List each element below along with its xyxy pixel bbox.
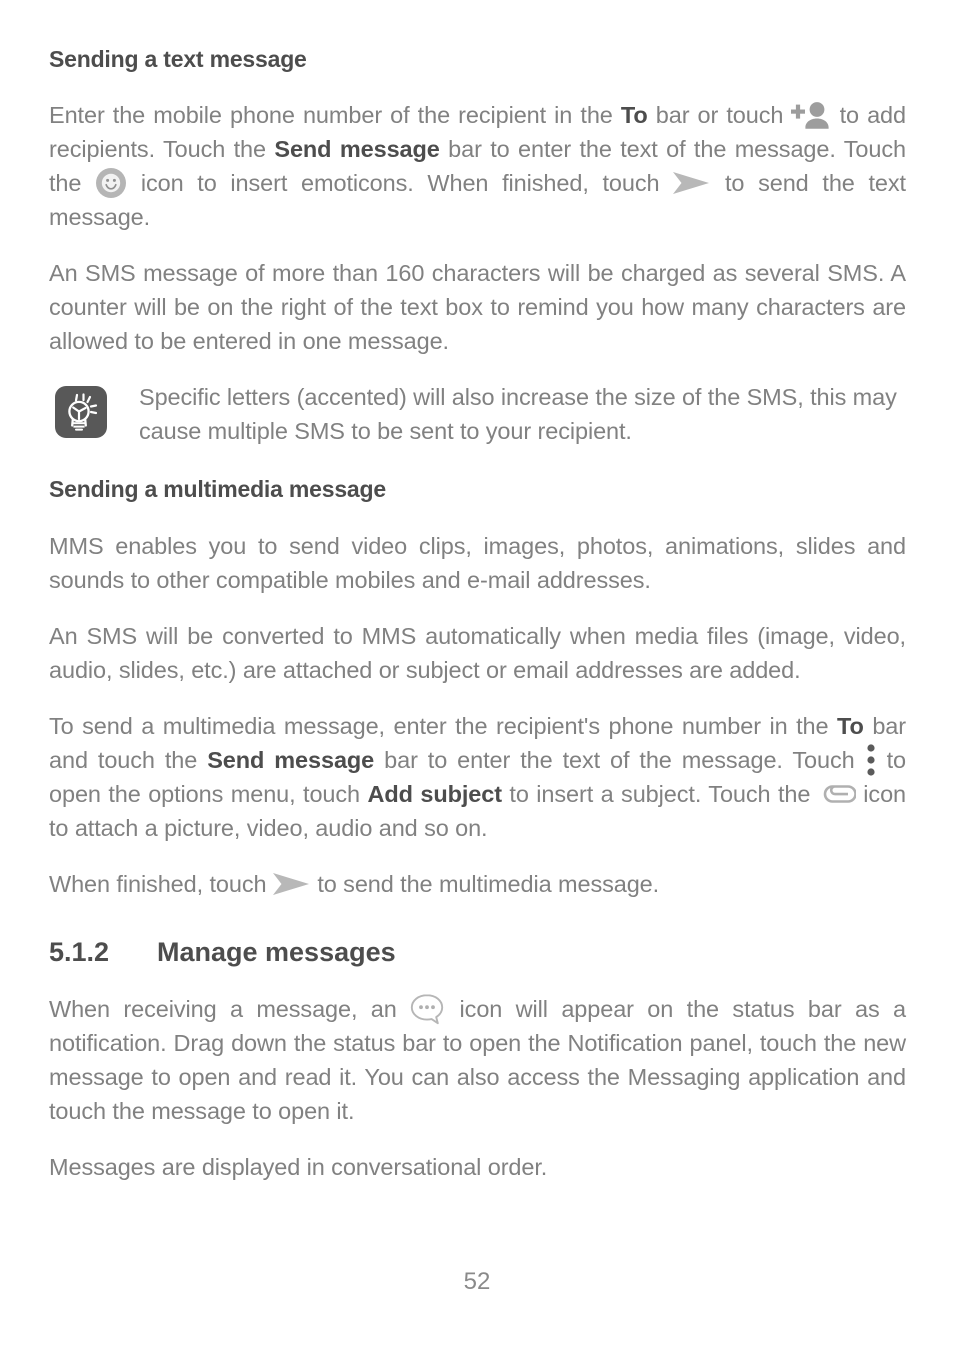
text-run: When finished, touch	[49, 870, 273, 897]
text-run: bar or touch	[647, 102, 792, 129]
kebab-menu-icon	[865, 743, 877, 777]
text-run: to send the multimedia message.	[310, 870, 660, 897]
heading-sending-text-message: Sending a text message	[49, 46, 307, 72]
bold-add-subject: Add subject	[367, 780, 503, 807]
page-number: 52	[463, 1268, 491, 1295]
text-run: to insert a subject. Touch the	[501, 780, 818, 807]
paragraph-mms-capabilities: MMS enables you to send video clips, ima…	[49, 532, 906, 593]
emoticon-icon	[95, 167, 127, 199]
paragraph-sms-character-limit: An SMS message of more than 160 characte…	[49, 260, 906, 355]
bold-to: To	[620, 102, 648, 129]
text-run: icon to insert emoticons. When finished,…	[127, 170, 674, 197]
section-number: 5.1.2	[49, 936, 110, 967]
paragraph-conversational-order: Messages are displayed in conversational…	[49, 1153, 548, 1180]
text-run: To send a multimedia message, enter the …	[49, 712, 838, 739]
text-run: bar to enter the text of the message. To…	[374, 746, 865, 773]
text-run: Enter the mobile phone number of the rec…	[49, 102, 621, 129]
paragraph-sms-to-mms-conversion: An SMS will be converted to MMS automati…	[49, 622, 906, 683]
send-icon	[272, 871, 311, 895]
bold-to: To	[837, 712, 864, 739]
paragraph-receiving-message: When receiving a message, an icon will a…	[49, 992, 906, 1128]
heading-manage-messages: 5.1.2 Manage messages	[49, 937, 906, 968]
paragraph-send-multimedia-steps: To send a multimedia message, enter the …	[49, 709, 906, 845]
bold-send-message: Send message	[274, 136, 440, 163]
send-icon	[673, 170, 711, 195]
lightbulb-tip-icon	[55, 386, 107, 439]
message-bubble-icon	[410, 993, 446, 1025]
bold-send-message: Send message	[207, 746, 375, 773]
tip-note: Specific letters (accented) will also in…	[49, 380, 906, 448]
heading-sending-multimedia-message: Sending a multimedia message	[49, 476, 386, 503]
paragraph-finish-multimedia-send: When finished, touch to send the multime…	[49, 867, 906, 901]
paragraph-sending-text-message: Enter the mobile phone number of the rec…	[49, 98, 906, 234]
section-title: Manage messages	[157, 936, 396, 967]
text-run: When receiving a message, an	[49, 995, 411, 1022]
document-page: Sending a text message Enter the mobile …	[0, 0, 954, 1356]
tip-note-text: Specific letters (accented) will also in…	[139, 384, 897, 445]
attach-icon	[818, 780, 857, 808]
add-person-icon	[791, 101, 831, 130]
